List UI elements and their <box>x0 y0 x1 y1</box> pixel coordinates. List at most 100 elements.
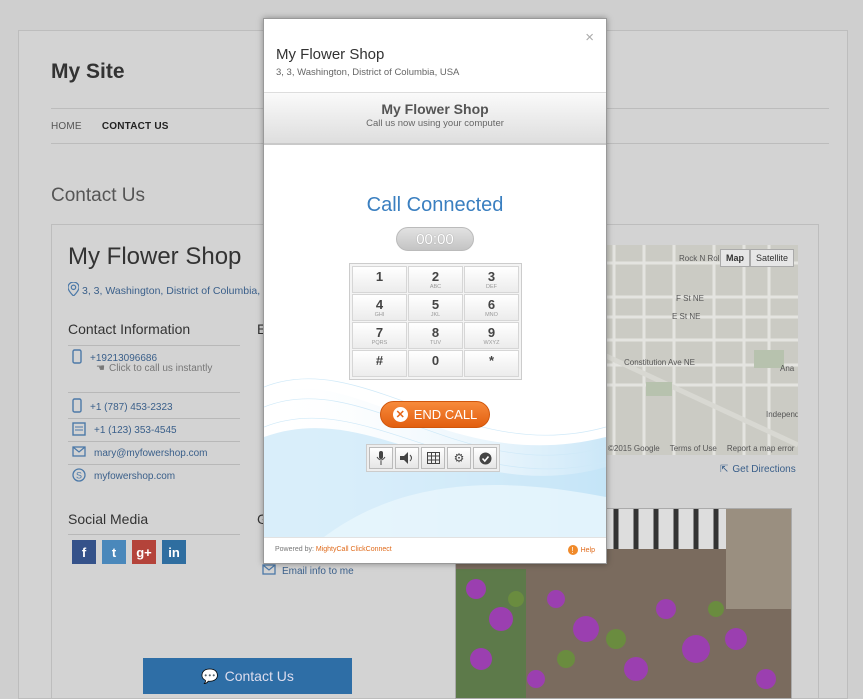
keypad-key[interactable]: 0 <box>408 350 463 377</box>
site-title[interactable]: My Site <box>51 60 125 84</box>
email-info-text: Email info to me <box>282 565 354 577</box>
help-icon: ! <box>567 545 578 555</box>
dialog-title: My Flower Shop <box>276 46 385 63</box>
close-icon[interactable]: × <box>585 29 594 46</box>
key-letters: DEF <box>486 284 497 290</box>
linkedin-icon[interactable]: in <box>162 540 186 564</box>
banner-subtitle: Call us now using your computer <box>366 118 504 129</box>
dial-keypad: 1 2 ABC 3 DEF 4 GHI 5 JKL 6 MNO 7 PQRS 8 TUV 9 WXYZ #0 * <box>349 263 522 380</box>
email-link[interactable]: mary@myfowershop.com <box>94 448 208 459</box>
map-widget[interactable]: Rock N Roll F St NE E St NE Constitution… <box>604 245 798 455</box>
key-digit: 5 <box>431 297 440 312</box>
divider <box>68 418 240 419</box>
keypad-key[interactable]: 7 PQRS <box>352 322 407 349</box>
contact-row-email[interactable]: mary@myfowershop.com <box>72 446 208 460</box>
satellite-button[interactable]: Satellite <box>749 249 794 267</box>
keypad-key[interactable]: 8 TUV <box>408 322 463 349</box>
keypad-key[interactable]: 3 DEF <box>464 266 519 293</box>
business-name: My Flower Shop <box>68 243 242 270</box>
dialog-banner: My Flower Shop Call us now using your co… <box>264 92 606 145</box>
divider <box>68 441 240 442</box>
svg-text:F St NE: F St NE <box>676 294 704 303</box>
keypad-key[interactable]: * <box>464 350 519 377</box>
contact-row-phone-2[interactable]: +1 (787) 453-2323 <box>72 398 173 416</box>
skype-link[interactable]: myfowershop.com <box>94 471 175 482</box>
divider <box>68 345 240 346</box>
key-letters: TUV <box>430 340 441 346</box>
skype-icon: S <box>72 468 86 485</box>
map-type-toggle: Map Satellite <box>719 249 794 267</box>
call-panel: Call Connected 00:00 1 2 ABC 3 DEF 4 GHI 5 JKL 6 M… <box>264 147 606 537</box>
map-report-link[interactable]: Report a map error <box>727 444 795 453</box>
keypad-key[interactable]: 6 MNO <box>464 294 519 321</box>
contact-row-skype[interactable]: S myfowershop.com <box>72 468 175 485</box>
svg-text:S: S <box>76 471 82 481</box>
powered-by-label: Powered by: <box>275 546 314 553</box>
call-toolbar: ⚙ <box>366 444 500 472</box>
keypad-key[interactable]: # <box>352 350 407 377</box>
social-icons: f t g+ in <box>72 540 186 564</box>
keypad-icon[interactable] <box>421 447 445 469</box>
keypad-key[interactable]: 5 JKL <box>408 294 463 321</box>
settings-icon[interactable]: ⚙ <box>447 447 471 469</box>
divider <box>68 534 240 535</box>
twitter-icon[interactable]: t <box>102 540 126 564</box>
key-letters: PQRS <box>371 340 388 346</box>
mobile-phone-icon <box>72 349 82 367</box>
microphone-icon[interactable] <box>369 447 393 469</box>
help-label: Help <box>580 546 595 554</box>
key-digit: * <box>488 353 495 368</box>
facebook-icon[interactable]: f <box>72 540 96 564</box>
key-digit: 7 <box>375 325 384 340</box>
end-call-label: END CALL <box>413 407 478 422</box>
get-directions-link[interactable]: ⇱ Get Directions <box>720 464 796 475</box>
main-nav: HOME CONTACT US <box>51 121 169 132</box>
speaker-icon[interactable] <box>395 447 419 469</box>
key-digit: 3 <box>487 269 496 284</box>
keypad-key[interactable]: 9 WXYZ <box>464 322 519 349</box>
email-info-link[interactable]: Email info to me <box>262 564 354 578</box>
key-digit: 0 <box>431 353 440 368</box>
key-letters: GHI <box>374 312 385 318</box>
check-icon[interactable] <box>473 447 497 469</box>
key-letters: ABC <box>429 284 442 290</box>
google-plus-icon[interactable]: g+ <box>132 540 156 564</box>
business-address[interactable]: 3, 3, Washington, District of Columbia, … <box>67 281 285 299</box>
svg-text:Constitution Ave NE: Constitution Ave NE <box>624 358 695 367</box>
contact-us-button[interactable]: 💬 Contact Us <box>143 658 352 694</box>
keypad-key[interactable]: 4 GHI <box>352 294 407 321</box>
map-terms-link[interactable]: Terms of Use <box>670 444 717 453</box>
key-digit: 9 <box>487 325 496 340</box>
directions-icon: ⇱ <box>720 464 729 475</box>
key-digit: 6 <box>487 297 496 312</box>
key-letters: MNO <box>485 312 498 318</box>
key-letters: JKL <box>430 312 441 318</box>
contact-row-fax[interactable]: +1 (123) 353-4545 <box>72 422 177 439</box>
phone-number[interactable]: +19213096686 <box>90 353 157 364</box>
contact-info-heading: Contact Information <box>68 321 191 337</box>
chat-bubble-icon: 💬 <box>201 667 219 684</box>
nav-home[interactable]: HOME <box>51 121 82 132</box>
map-button[interactable]: Map <box>719 249 750 267</box>
nav-contact-us[interactable]: CONTACT US <box>102 121 169 132</box>
key-letters: WXYZ <box>483 340 500 346</box>
powered-by-brand-link[interactable]: MightyCall ClickConnect <box>316 546 392 553</box>
envelope-icon <box>72 446 86 460</box>
end-call-button[interactable]: ✕ END CALL <box>380 401 490 428</box>
click-to-call-text: Click to call us instantly <box>108 363 213 374</box>
business-address-text: 3, 3, Washington, District of Columbia, … <box>82 284 285 297</box>
fax-icon <box>72 422 86 439</box>
svg-text:Ana: Ana <box>780 364 795 373</box>
envelope-icon <box>262 564 276 578</box>
location-pin-icon <box>67 281 80 299</box>
contact-us-label: Contact Us <box>224 668 294 684</box>
svg-text:Independ: Independ <box>766 410 798 419</box>
get-directions-text: Get Directions <box>732 464 796 475</box>
svg-text:E St NE: E St NE <box>672 312 700 321</box>
fax-number: +1 (123) 353-4545 <box>94 425 177 436</box>
call-status: Call Connected <box>366 194 504 216</box>
keypad-key[interactable]: 1 <box>352 266 407 293</box>
keypad-key[interactable]: 2 ABC <box>408 266 463 293</box>
help-link[interactable]: ! Help <box>567 545 595 555</box>
key-digit: 1 <box>375 269 384 284</box>
